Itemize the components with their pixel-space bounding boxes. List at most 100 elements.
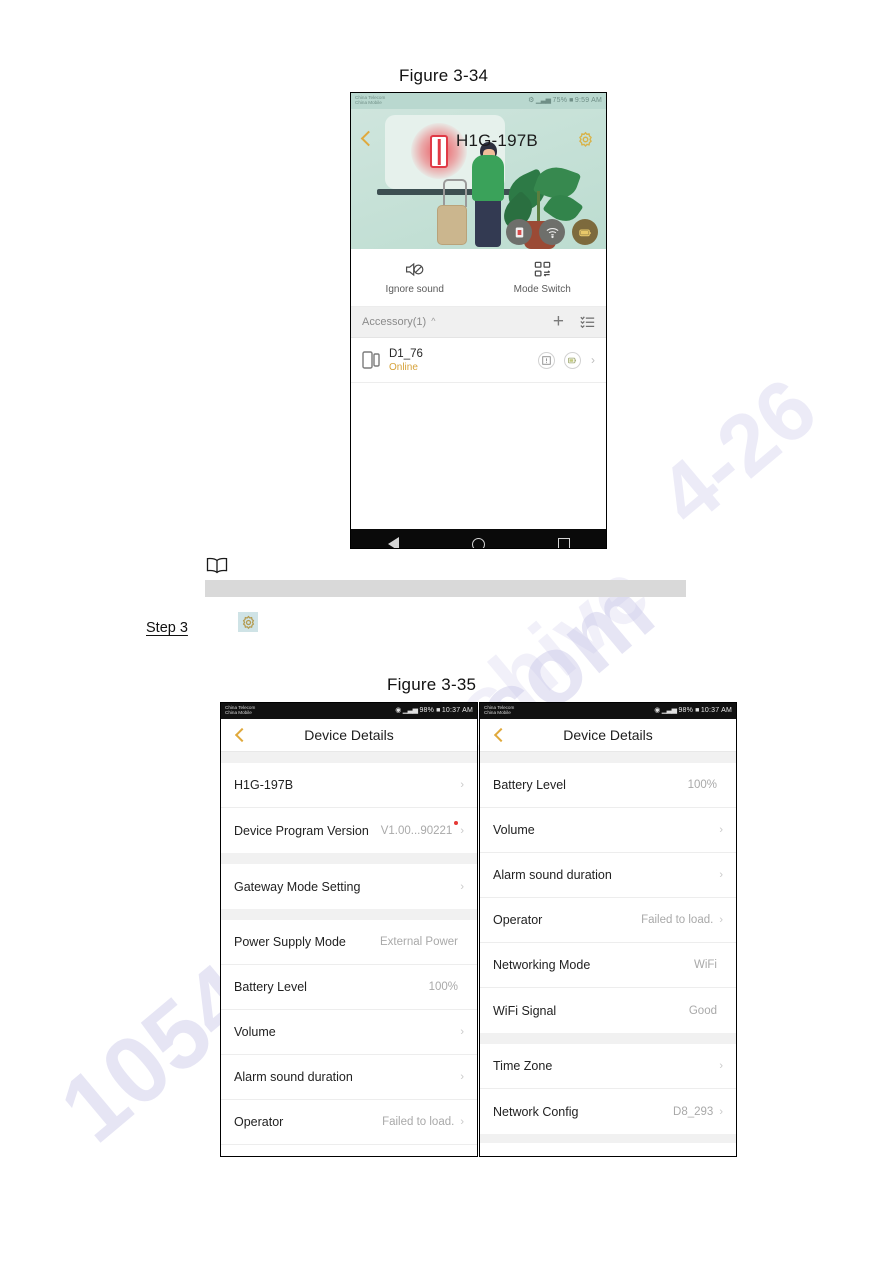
list-item[interactable]: Networking Mode WiFi: [480, 943, 736, 988]
accessory-title: Accessory(1): [362, 316, 427, 328]
carrier-line-2: China Mobile: [484, 710, 511, 715]
list-item-value: V1.00...90221: [380, 824, 453, 837]
battery-icon: ■: [695, 707, 699, 715]
settings-group-2: Gateway Mode Setting ›: [221, 864, 477, 909]
accessory-section-header: Accessory(1) ^ +: [351, 307, 606, 338]
page-header: Device Details: [480, 719, 736, 752]
chevron-right-icon[interactable]: ›: [591, 353, 595, 367]
battery-percent: 98%: [419, 707, 435, 715]
list-item[interactable]: Power Supply Mode External Power: [221, 920, 477, 965]
siren-icon[interactable]: [506, 219, 532, 245]
section-divider: [221, 752, 477, 763]
chevron-right-icon: ›: [719, 869, 723, 881]
list-item[interactable]: Operator Failed to load. ›: [221, 1100, 477, 1145]
battery-icon[interactable]: [572, 219, 598, 245]
list-item[interactable]: Time Zone ›: [480, 1044, 736, 1089]
book-note-icon: [206, 556, 228, 575]
redacted-note-text: [205, 580, 686, 597]
list-item[interactable]: Battery Level 100%: [221, 965, 477, 1010]
list-item-label: Volume: [234, 1025, 276, 1039]
list-item[interactable]: Gateway Mode Setting ›: [221, 864, 477, 909]
gear-icon: [238, 612, 258, 632]
signal-bars-icon: ▁▃▅: [535, 97, 551, 105]
step-label: Step 3: [146, 620, 188, 636]
gear-icon[interactable]: [577, 131, 594, 148]
list-item-label: Alarm sound duration: [493, 868, 612, 882]
status-bar: China Telecom China Mobile ◉ ▁▃▅ 98% ■ 1…: [221, 703, 477, 719]
status-time: 10:37 AM: [700, 707, 732, 715]
list-item[interactable]: Networking Mode WIFI: [221, 1145, 477, 1156]
list-item-label: Gateway Mode Setting: [234, 879, 361, 894]
list-item[interactable]: Operator Failed to load. ›: [480, 898, 736, 943]
phone-screenshot-figure-3-34: China Telecom China Mobile ⚙ ▁▃▅ 75% ■ 9…: [350, 92, 607, 549]
list-item[interactable]: Alarm sound duration ›: [221, 1055, 477, 1100]
back-button[interactable]: [234, 727, 250, 743]
back-button[interactable]: [360, 130, 377, 147]
list-item-value: Failed to load.: [641, 914, 714, 926]
phone-screenshot-device-details-part2: China Telecom China Mobile ◉ ▁▃▅ 98% ■ 1…: [479, 702, 737, 1157]
list-item[interactable]: Alarm sound duration ›: [480, 853, 736, 898]
figure-caption-3-35: Figure 3-35: [387, 675, 477, 694]
list-item[interactable]: Volume ›: [221, 1010, 477, 1055]
list-item-label: H1G-197B: [234, 778, 294, 792]
quick-action-ignore-sound[interactable]: Ignore sound: [351, 249, 479, 306]
quick-action-label: Mode Switch: [513, 284, 571, 295]
status-time: 9:59 AM: [574, 97, 602, 105]
page-title: Device Details: [563, 727, 653, 743]
wifi-icon[interactable]: [539, 219, 565, 245]
chevron-right-icon: ›: [460, 824, 464, 837]
accessory-status: Online: [389, 361, 418, 373]
list-item[interactable]: H1G-197B ›: [221, 763, 477, 808]
battery-icon[interactable]: [564, 351, 581, 369]
chevron-right-icon: ›: [719, 824, 723, 836]
battery-percent: 98%: [678, 707, 694, 715]
phone-screenshot-device-details-part1: China Telecom China Mobile ◉ ▁▃▅ 98% ■ 1…: [220, 702, 478, 1157]
list-item-label: Volume: [493, 823, 535, 837]
delete-button[interactable]: Delete: [480, 1143, 736, 1156]
list-item[interactable]: Network Config D8_293 ›: [480, 1089, 736, 1134]
battery-icon: ■: [569, 97, 573, 105]
alarm-device-icon: [430, 135, 448, 168]
section-divider: [221, 853, 477, 864]
list-item-label: Battery Level: [493, 778, 566, 792]
quick-action-mode-switch[interactable]: Mode Switch: [479, 249, 607, 306]
section-divider: [480, 1134, 736, 1143]
accessory-name: D1_76: [389, 347, 423, 360]
plus-icon[interactable]: +: [553, 312, 564, 331]
device-title: H1G-197B: [456, 131, 538, 150]
nav-home-icon[interactable]: [471, 537, 485, 548]
hero-action-buttons: [506, 219, 598, 245]
chevron-right-icon: ›: [460, 779, 464, 791]
chevron-right-icon: ›: [719, 1105, 723, 1118]
carrier-line-2: China Mobile: [355, 100, 382, 105]
list-item-label: Operator: [493, 913, 543, 927]
list-item-value: Good: [688, 1004, 717, 1017]
settings-group-3: Power Supply Mode External Power Battery…: [221, 920, 477, 1156]
wifi-icon: ◉: [395, 707, 401, 715]
list-item[interactable]: WiFi Signal Good: [480, 988, 736, 1033]
nav-back-icon[interactable]: [387, 537, 399, 548]
quick-action-bar: Ignore sound Mode Switch: [351, 249, 606, 307]
back-button[interactable]: [493, 727, 509, 743]
section-divider: [221, 909, 477, 920]
alert-icon[interactable]: [538, 351, 555, 369]
checklist-icon[interactable]: [580, 316, 595, 329]
list-item[interactable]: Device Program Version V1.00...90221 ›: [221, 808, 477, 853]
quick-action-label: Ignore sound: [385, 284, 444, 295]
accessory-row[interactable]: D1_76 Online ›: [351, 338, 606, 383]
list-item-label: Device Program Version: [234, 823, 369, 838]
chevron-up-icon[interactable]: ^: [431, 316, 435, 326]
update-badge-dot: [454, 821, 459, 825]
signal-bars-icon: ▁▃▅: [661, 707, 677, 715]
carrier-line-2: China Mobile: [225, 710, 252, 715]
list-item[interactable]: Volume ›: [480, 808, 736, 853]
list-item-label: Operator: [234, 1115, 284, 1129]
signal-bars-icon: ▁▃▅: [402, 707, 418, 715]
device-hero-illustration: H1G-197B: [351, 109, 606, 249]
list-item-label: Alarm sound duration: [234, 1070, 353, 1084]
chevron-right-icon: ›: [460, 880, 464, 893]
nav-recents-icon[interactable]: [557, 538, 570, 548]
status-time: 10:37 AM: [441, 707, 473, 715]
list-item[interactable]: Battery Level 100%: [480, 763, 736, 808]
wifi-icon: ◉: [654, 707, 660, 715]
